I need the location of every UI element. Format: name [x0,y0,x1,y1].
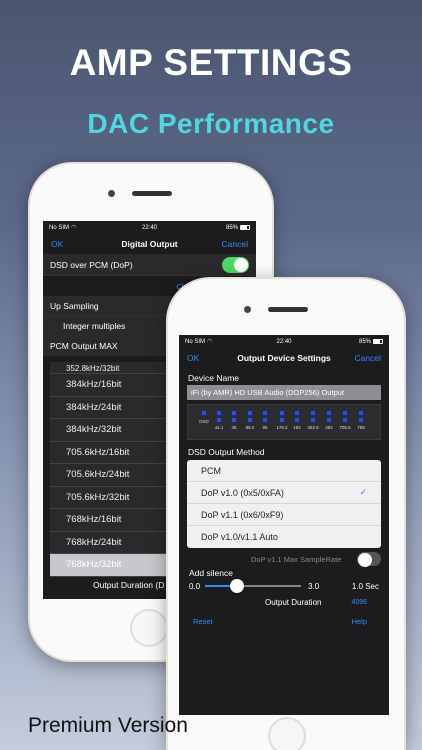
output-duration-row: Output Duration 4096 [179,594,389,610]
method-option-label: DoP v1.1 (0x6/0xF9) [201,509,284,520]
rate-768: 768 [354,411,368,430]
add-silence-label: Add silence [189,568,233,578]
rate-44-1: 44.1 [212,411,226,430]
dsd-over-pcm-row: DSD over PCM (DoP) [43,254,256,276]
rate-label: 705.6 [339,425,351,430]
slider-thumb[interactable] [230,579,245,593]
ok-button[interactable]: OK [187,353,199,363]
silence-value: 1.0 Sec [352,582,379,591]
method-option-label: PCM [201,465,221,476]
rate-dsd: DSD [197,411,211,424]
reset-button[interactable]: Reset [193,617,213,626]
method-option-label: DoP v1.0/v1.1 Auto [201,532,278,542]
bottom-actions: Reset Help [179,612,389,630]
checkmark-icon: ✓ [359,487,367,497]
dsd-output-method-list: PCM DoP v1.0 (0x5/0xFA) ✓ DoP v1.1 (0x6/… [187,460,381,548]
rate-label: 384 [325,425,333,430]
dsd-over-pcm-toggle[interactable] [222,256,249,273]
rate-label: DSD [199,419,209,424]
method-option-pcm[interactable]: PCM [187,460,381,482]
output-duration-label: Output Duration [265,597,322,607]
rate-48: 48 [227,411,241,430]
add-silence-slider-row: 0.0 3.0 1.0 Sec [179,578,389,594]
rate-176-4: 176.4 [275,411,289,430]
headline: AMP SETTINGS [69,42,353,83]
rate-label: 44.1 [214,425,224,430]
output-duration-label: Output Duration (D [93,580,165,590]
add-silence-slider[interactable] [205,579,302,593]
silence-unit: Sec [365,581,379,591]
ok-button[interactable]: OK [51,239,63,249]
rate-label: 176.4 [276,425,288,430]
rate-label: 96 [262,425,268,430]
rate-label: 48 [231,425,237,430]
clock: 22:40 [141,224,157,231]
device-name-label: Device Name [188,373,240,383]
dop-max-samplerate-row: DoP v1.1 Max SampleRate [179,548,389,570]
rate-label: 192 [293,425,301,430]
rate-label: 352.8 [307,425,319,430]
rate-384: 384 [322,411,336,430]
battery-icon [373,339,383,344]
cancel-button[interactable]: Cancel [222,239,248,249]
rate-96: 96 [258,411,272,430]
method-option-dop-auto[interactable]: DoP v1.0/v1.1 Auto [187,526,381,548]
silence-value-number: 1.0 [351,581,363,591]
rate-352-8: 352.8 [306,411,320,430]
device-name-field[interactable]: iFi (by AMR) HD USB Audio (DOP256) Outpu… [187,385,381,400]
clock: 22:40 [276,338,292,345]
help-button[interactable]: Help [352,617,367,626]
dop-max-samplerate-toggle[interactable] [357,552,381,567]
output-duration-value[interactable]: 4096 [351,599,367,606]
status-bar: No SIM ◠ 22:40 85% [43,221,256,234]
rate-88-2: 88.2 [243,411,257,430]
front-screen: No SIM ◠ 22:40 85% OK Output Device Sett… [179,335,389,715]
sample-rate-indicator: DSD 44.1 48 88.2 96 176.4 192 352.8 384 … [187,404,381,440]
rate-label: 768 [357,425,365,430]
speaker-grille [268,307,308,312]
dop-max-samplerate-label: DoP v1.1 Max SampleRate [251,554,342,564]
battery-icon [240,225,250,230]
rate-192: 192 [290,411,304,430]
rate-label: 88.2 [245,425,255,430]
front-camera [108,190,115,197]
dsd-over-pcm-label: DSD over PCM (DoP) [50,259,133,270]
subheadline: DAC Performance [87,108,335,139]
cancel-button[interactable]: Cancel [355,353,381,363]
home-button[interactable] [268,717,306,750]
dsd-output-method-label: DSD Output Method [188,447,265,457]
speaker-grille [132,191,172,196]
home-button[interactable] [130,609,168,647]
status-bar: No SIM ◠ 22:40 85% [179,335,389,348]
nav-bar: OK Digital Output Cancel [43,234,256,254]
rate-705-6: 705.6 [338,411,352,430]
front-camera [244,306,251,313]
slider-max-label: 3.0 [308,581,320,591]
slider-min-label: 0.0 [189,581,201,591]
nav-bar: OK Output Device Settings Cancel [179,348,389,368]
method-option-label: DoP v1.0 (0x5/0xFA) [201,487,284,498]
method-option-dop-v1-0[interactable]: DoP v1.0 (0x5/0xFA) ✓ [187,482,381,504]
footer-label: Premium Version [28,714,188,737]
method-option-dop-v1-1[interactable]: DoP v1.1 (0x6/0xF9) [187,504,381,526]
